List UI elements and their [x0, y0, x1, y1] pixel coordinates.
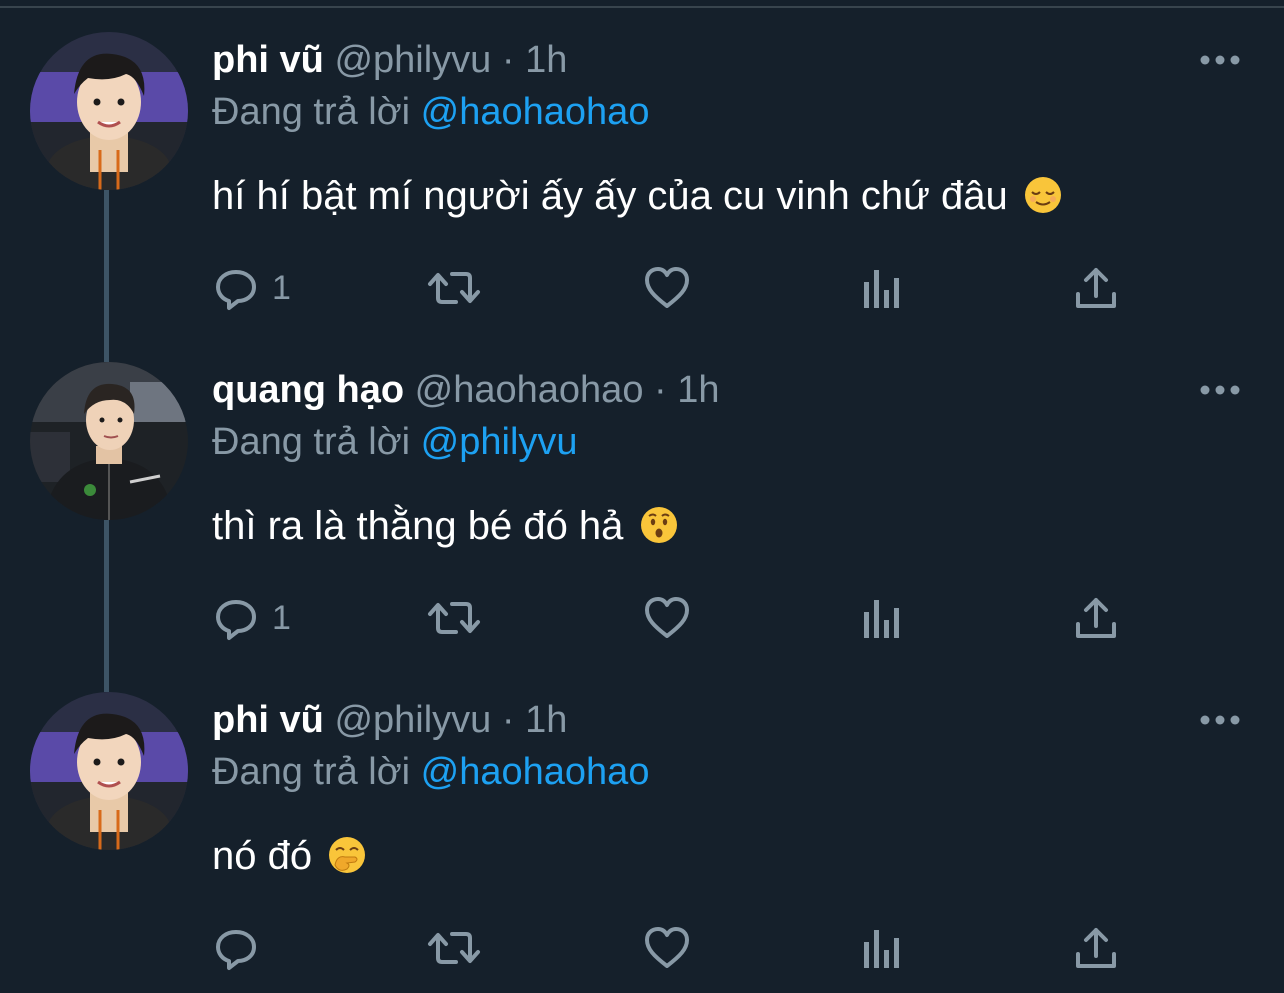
replying-to-link[interactable]: @philyvu: [421, 421, 578, 463]
like-button[interactable]: [642, 262, 692, 314]
replying-to: Đang trả lời @haohaohao: [212, 90, 649, 134]
reply-button[interactable]: 1: [212, 592, 291, 644]
reply-icon: [216, 270, 256, 310]
tweet-text-content: hí hí bật mí người ấy ấy của cu vinh chứ…: [212, 174, 1008, 218]
display-name[interactable]: quang hạo: [212, 369, 404, 411]
retweet-button[interactable]: [426, 922, 482, 974]
relieved-face-emoji: [1024, 177, 1061, 213]
separator-dot: ·: [654, 369, 667, 411]
analytics-icon: [864, 930, 899, 968]
replying-to-link[interactable]: @haohaohao: [421, 91, 650, 133]
like-button[interactable]: [642, 592, 692, 644]
avatar[interactable]: [30, 692, 188, 850]
share-icon: [1076, 598, 1116, 638]
user-handle[interactable]: @philyvu: [334, 699, 491, 741]
hand-over-mouth-emoji: [329, 837, 366, 873]
reply-icon: [216, 930, 256, 970]
timestamp[interactable]: 1h: [525, 39, 567, 81]
tweet-actions: [212, 922, 1152, 974]
display-name[interactable]: phi vũ: [212, 699, 324, 741]
like-button[interactable]: [642, 922, 692, 974]
replying-to-link[interactable]: @haohaohao: [421, 751, 650, 793]
retweet-button[interactable]: [426, 592, 482, 644]
timestamp[interactable]: 1h: [677, 369, 719, 411]
more-icon[interactable]: [1198, 708, 1242, 732]
tweet-actions: 1: [212, 592, 1152, 644]
share-button[interactable]: [1074, 922, 1118, 974]
tweet-text-content: thì ra là thằng bé đó hả: [212, 504, 624, 548]
reply-button[interactable]: 1: [212, 262, 291, 314]
tweet-text: hí hí bật mí người ấy ấy của cu vinh chứ…: [212, 172, 1063, 220]
analytics-button[interactable]: [860, 922, 904, 974]
analytics-icon: [864, 270, 899, 308]
separator-dot: ·: [501, 39, 515, 81]
tweet-header: phi vũ @philyvu · 1h: [212, 698, 567, 742]
reply-button[interactable]: [212, 922, 272, 974]
replying-to-label: Đang trả lời: [212, 91, 411, 133]
like-icon: [645, 927, 689, 968]
tweet[interactable]: phi vũ @philyvu · 1h Đang trả lời @haoha…: [0, 660, 1284, 990]
share-icon: [1076, 928, 1116, 968]
user-handle[interactable]: @haohaohao: [415, 369, 644, 411]
more-icon[interactable]: [1198, 378, 1242, 402]
analytics-button[interactable]: [860, 262, 904, 314]
like-icon: [645, 267, 689, 308]
replying-to: Đang trả lời @philyvu: [212, 420, 578, 464]
more-icon[interactable]: [1198, 48, 1242, 72]
share-button[interactable]: [1074, 262, 1118, 314]
tweet-actions: 1: [212, 262, 1152, 314]
avatar[interactable]: [30, 362, 188, 520]
share-icon: [1076, 268, 1116, 308]
user-handle[interactable]: @philyvu: [334, 39, 491, 81]
tweet-text-content: nó đó: [212, 834, 313, 878]
retweet-icon: [428, 602, 480, 634]
share-button[interactable]: [1074, 592, 1118, 644]
hushed-face-emoji: [640, 507, 677, 543]
reply-count: 1: [272, 268, 291, 307]
display-name[interactable]: phi vũ: [212, 39, 324, 81]
replying-to-label: Đang trả lời: [212, 751, 411, 793]
tweet-header: quang hạo @haohaohao · 1h: [212, 368, 720, 412]
analytics-button[interactable]: [860, 592, 904, 644]
separator-dot: ·: [501, 699, 515, 741]
tweet[interactable]: phi vũ @philyvu · 1h Đang trả lời @haoha…: [0, 0, 1284, 330]
retweet-icon: [428, 932, 480, 964]
like-icon: [645, 597, 689, 638]
retweet-icon: [428, 272, 480, 304]
tweet-header: phi vũ @philyvu · 1h: [212, 38, 567, 82]
reply-icon: [216, 600, 256, 640]
reply-count: 1: [272, 598, 291, 637]
analytics-icon: [864, 600, 899, 638]
avatar[interactable]: [30, 32, 188, 190]
replying-to-label: Đang trả lời: [212, 421, 411, 463]
retweet-button[interactable]: [426, 262, 482, 314]
tweet-text: thì ra là thằng bé đó hả: [212, 502, 679, 550]
replying-to: Đang trả lời @haohaohao: [212, 750, 649, 794]
tweet-text: nó đó: [212, 832, 367, 880]
tweet[interactable]: quang hạo @haohaohao · 1h Đang trả lời @…: [0, 330, 1284, 660]
timestamp[interactable]: 1h: [525, 699, 567, 741]
